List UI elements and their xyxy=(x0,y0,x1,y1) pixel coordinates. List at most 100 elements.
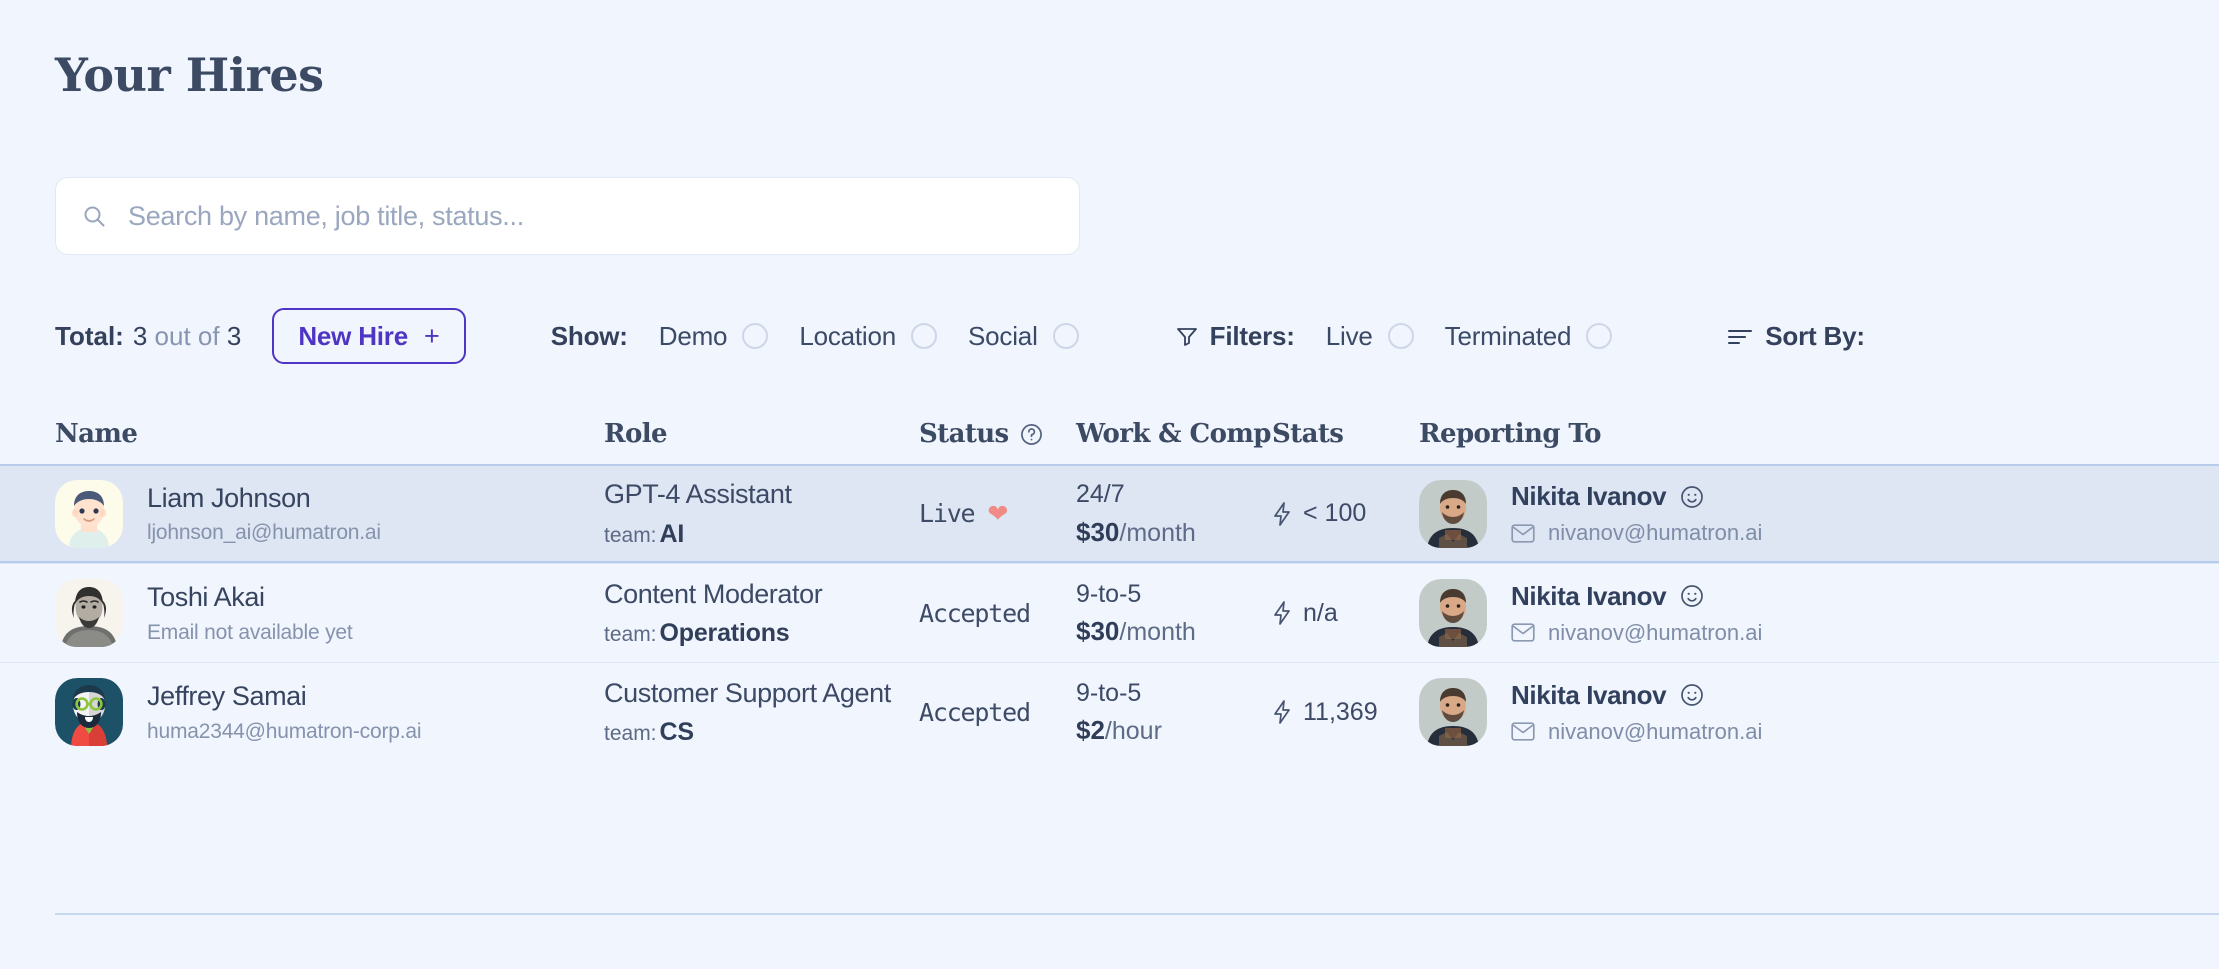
manager-text: Nikita Ivanov nivanov@humatron.ai xyxy=(1511,481,1762,546)
lightning-bolt-icon xyxy=(1274,501,1290,526)
manager: Nikita Ivanov nivanov@humatron.ai xyxy=(1419,678,1762,746)
stats-value: n/a xyxy=(1303,598,1338,627)
work-rate-unit: /hour xyxy=(1104,717,1162,746)
work-rate-amount: $30 xyxy=(1076,516,1120,547)
show-label: Show: xyxy=(550,320,628,351)
filter-toggle-terminated-label: Terminated xyxy=(1444,320,1572,351)
stats-value: < 100 xyxy=(1303,499,1367,527)
show-toggle-location[interactable]: Location xyxy=(799,321,938,352)
person: Liam Johnson ljohnson_ai@humatron.ai xyxy=(55,479,381,548)
plus-icon: + xyxy=(423,320,440,351)
table-row[interactable]: Jeffrey Samai huma2344@humatron-corp.ai … xyxy=(0,662,2219,761)
table-row[interactable]: Liam Johnson ljohnson_ai@humatron.ai GPT… xyxy=(0,464,2219,563)
cell-stats: 11,369 xyxy=(1272,663,1419,761)
column-header-work-comp[interactable]: Work & Comp xyxy=(1076,419,1272,449)
cell-reporting-to[interactable]: Nikita Ivanov nivanov@humatron.ai xyxy=(1419,466,1939,561)
role-team: team: Operations xyxy=(604,619,822,648)
person-email: Email not available yet xyxy=(147,620,353,644)
work-rate: $30/month xyxy=(1076,616,1196,647)
manager-email-row[interactable]: nivanov@humatron.ai xyxy=(1511,719,1762,745)
person-email: huma2344@humatron-corp.ai xyxy=(147,719,422,743)
role-team-value: AI xyxy=(659,519,685,548)
work-schedule: 24/7 xyxy=(1076,480,1125,509)
circle-toggle-icon[interactable] xyxy=(1586,323,1613,349)
help-circle-icon[interactable] xyxy=(1020,423,1043,446)
sketch-male-avatar-icon xyxy=(55,579,123,647)
sort-by-control[interactable]: Sort By: xyxy=(1727,321,1865,352)
filter-toggle-terminated[interactable]: Terminated xyxy=(1445,321,1613,352)
column-header-role[interactable]: Role xyxy=(604,419,919,449)
filter-toggle-live-label: Live xyxy=(1325,320,1373,351)
show-toggle-social[interactable]: Social xyxy=(968,321,1079,352)
role-team: team: CS xyxy=(604,718,891,747)
column-header-status-label: Status xyxy=(919,419,1009,449)
new-hire-label: New Hire xyxy=(298,320,408,351)
column-header-reporting-to[interactable]: Reporting To xyxy=(1419,419,1939,449)
column-header-stats[interactable]: Stats xyxy=(1272,419,1419,449)
photo-bearded-man-avatar-icon xyxy=(1419,678,1487,746)
filter-toggle-live[interactable]: Live xyxy=(1326,321,1414,352)
smiley-icon[interactable] xyxy=(1680,584,1704,608)
circle-toggle-icon[interactable] xyxy=(742,323,769,349)
cell-name[interactable]: Liam Johnson ljohnson_ai@humatron.ai xyxy=(55,466,604,561)
column-header-status[interactable]: Status xyxy=(919,419,1076,449)
table-row[interactable]: Toshi Akai Email not available yet Conte… xyxy=(0,563,2219,662)
photo-bearded-man-avatar-icon xyxy=(1419,479,1487,548)
heart-icon: ❤ xyxy=(987,499,1009,528)
circle-toggle-icon[interactable] xyxy=(1052,323,1079,349)
work-rate-unit: /month xyxy=(1119,518,1196,547)
cell-work-comp: 9-to-5 $30/month xyxy=(1076,564,1272,662)
role-team: team: AI xyxy=(604,520,792,549)
work-rate-amount: $2 xyxy=(1076,715,1105,746)
cell-reporting-to[interactable]: Nikita Ivanov nivanov@humatron.ai xyxy=(1419,663,1939,761)
photo-bearded-man-avatar-icon xyxy=(1419,579,1487,647)
envelope-icon xyxy=(1511,722,1535,741)
circle-toggle-icon[interactable] xyxy=(1387,323,1414,349)
sort-by-label: Sort By: xyxy=(1765,320,1865,351)
smiley-icon[interactable] xyxy=(1680,683,1704,707)
manager-email-row[interactable]: nivanov@humatron.ai xyxy=(1511,620,1762,646)
table-header-row: Name Role Status Work & Comp Stats Repor… xyxy=(0,404,2219,464)
role-team-label: team: xyxy=(604,722,657,746)
funnel-icon xyxy=(1176,328,1197,346)
role-team-value: Operations xyxy=(659,619,790,648)
filters-group: Filters: Live Terminated xyxy=(1175,321,1613,352)
person: Toshi Akai Email not available yet xyxy=(55,579,353,647)
manager-email: nivanov@humatron.ai xyxy=(1548,520,1763,545)
hires-table: Name Role Status Work & Comp Stats Repor… xyxy=(0,404,2219,761)
role-team-label: team: xyxy=(604,623,657,647)
envelope-icon xyxy=(1511,523,1535,543)
cell-status: Live ❤ xyxy=(919,466,1076,561)
work-schedule: 9-to-5 xyxy=(1076,579,1142,608)
manager-name-row: Nikita Ivanov xyxy=(1511,680,1762,711)
table-bottom-divider xyxy=(55,913,2219,915)
total-out-of: out of xyxy=(154,320,220,351)
work-rate-unit: /month xyxy=(1119,618,1196,647)
manager-email: nivanov@humatron.ai xyxy=(1548,619,1763,645)
cell-name[interactable]: Jeffrey Samai huma2344@humatron-corp.ai xyxy=(55,663,604,761)
sort-lines-icon xyxy=(1728,330,1753,344)
cell-reporting-to[interactable]: Nikita Ivanov nivanov@humatron.ai xyxy=(1419,564,1939,662)
your-hires-page: Your Hires Search by name, job title, st… xyxy=(0,0,2219,969)
column-header-name[interactable]: Name xyxy=(55,419,604,449)
manager-avatar xyxy=(1419,579,1487,647)
cell-status: Accepted xyxy=(919,663,1076,761)
manager-name-row: Nikita Ivanov xyxy=(1511,581,1762,612)
circle-toggle-icon[interactable] xyxy=(911,323,938,349)
smiley-icon[interactable] xyxy=(1680,485,1704,509)
show-toggle-demo[interactable]: Demo xyxy=(659,321,769,352)
cell-name[interactable]: Toshi Akai Email not available yet xyxy=(55,564,604,662)
person-name: Toshi Akai xyxy=(147,582,265,613)
person-name: Jeffrey Samai xyxy=(147,681,307,712)
role-title: Content Moderator xyxy=(604,578,823,609)
manager-name-row: Nikita Ivanov xyxy=(1511,481,1762,512)
show-toggle-demo-label: Demo xyxy=(658,320,728,351)
manager-email-row[interactable]: nivanov@humatron.ai xyxy=(1511,520,1762,546)
total-max-value: 3 xyxy=(226,320,242,351)
search-input[interactable]: Search by name, job title, status... xyxy=(55,177,1080,255)
toolbar: Total: 3 out of 3 New Hire + Show: Demo … xyxy=(55,306,2219,366)
cell-stats: < 100 xyxy=(1272,466,1419,561)
new-hire-button[interactable]: New Hire + xyxy=(272,308,466,364)
status-badge: Accepted xyxy=(919,598,1031,628)
filters-label: Filters: xyxy=(1209,320,1295,351)
